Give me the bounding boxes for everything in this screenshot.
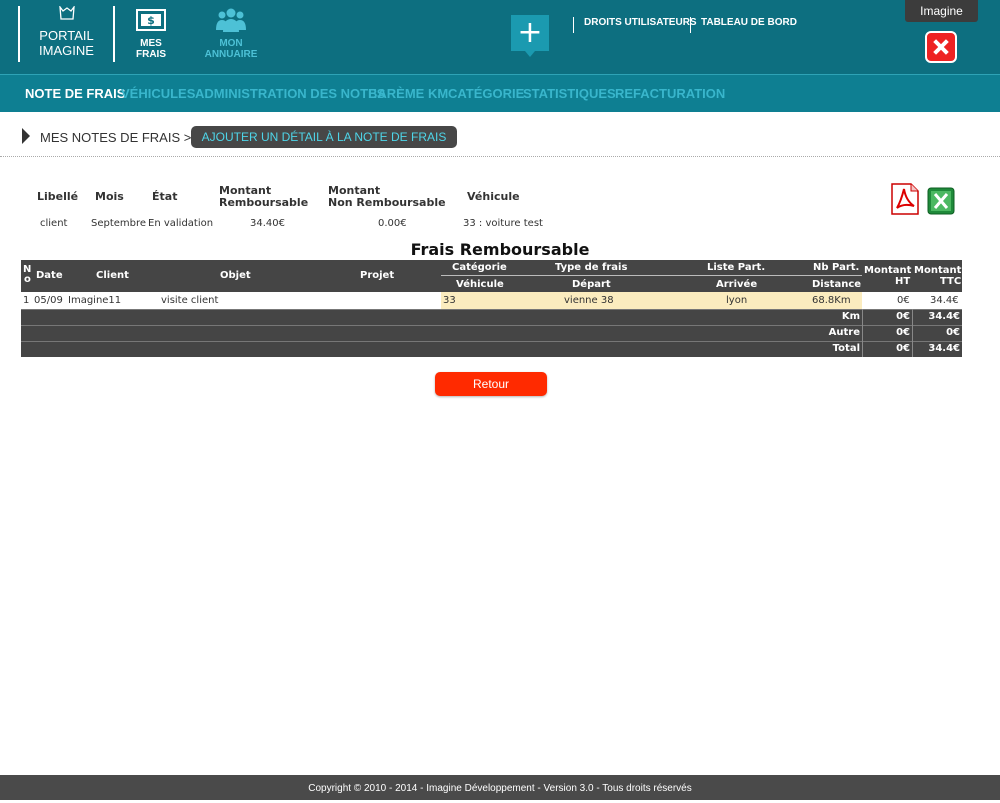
cell-ht: 0€ xyxy=(897,295,910,306)
summary-row-km: Km 0€ 34.4€ xyxy=(21,309,962,325)
th-client: Client xyxy=(96,270,129,281)
cell-depart: vienne 38 xyxy=(564,295,614,306)
summary-autre-label: Autre xyxy=(828,327,860,338)
th-montant-ht-2: HT xyxy=(895,276,911,287)
logo-icon xyxy=(58,6,75,20)
summary-row-total: Total 0€ 34.4€ xyxy=(21,341,962,357)
th-montant-ht-1: Montant xyxy=(864,265,912,276)
retour-button[interactable]: Retour xyxy=(435,372,547,396)
info-header-vehicule: Véhicule xyxy=(467,190,520,203)
svg-text:$: $ xyxy=(147,14,155,27)
pdf-export-icon[interactable] xyxy=(891,183,919,215)
nav-mon-annuaire-label: MON ANNUAIRE xyxy=(204,38,258,60)
subnav-bareme-km[interactable]: BARÈME KM xyxy=(368,86,448,101)
link-tableau-de-bord[interactable]: TABLEAU DE BORD xyxy=(690,17,797,33)
info-header-montant-remb: Montant Remboursable xyxy=(219,185,308,209)
close-icon[interactable] xyxy=(925,31,957,63)
th-type-frais: Type de frais xyxy=(555,262,628,273)
info-montant-non-remb: 0.00€ xyxy=(378,218,407,229)
th-categorie: Catégorie xyxy=(452,262,507,273)
summary-divider-1 xyxy=(862,309,863,357)
info-header-montant-non-remb-2: Non Remboursable xyxy=(328,196,446,209)
th-date: Date xyxy=(36,270,63,281)
th-depart: Départ xyxy=(572,279,611,290)
table-title: Frais Remboursable xyxy=(410,240,590,259)
summary-km-ht: 0€ xyxy=(896,311,910,322)
info-etat: En validation xyxy=(148,218,214,229)
add-detail-button[interactable]: AJOUTER UN DÉTAIL À LA NOTE DE FRAIS xyxy=(191,126,457,148)
excel-export-icon[interactable] xyxy=(927,187,955,215)
logo-line2: IMAGINE xyxy=(39,43,94,58)
header-divider xyxy=(441,275,862,276)
subnav-vehicules[interactable]: VÉHICULES xyxy=(121,86,195,101)
summary-autre-ttc: 0€ xyxy=(946,327,960,338)
summary-divider-2 xyxy=(912,309,913,357)
nav-mes-frais-label: MES FRAIS xyxy=(136,38,166,60)
link-droits-utilisateurs[interactable]: DROITS UTILISATEURS xyxy=(573,17,697,33)
cell-ttc: 34.4€ xyxy=(930,295,959,306)
logo-line1: PORTAIL xyxy=(39,28,94,43)
info-vehicule: 33 : voiture test xyxy=(463,218,543,229)
divider xyxy=(0,156,1000,157)
th-no-bottom: o xyxy=(24,274,31,285)
summary-total-ttc: 34.4€ xyxy=(928,343,960,354)
nav-mon-annuaire[interactable]: MON ANNUAIRE xyxy=(197,8,265,60)
summary-km-ttc: 34.4€ xyxy=(928,311,960,322)
th-arrivee: Arrivée xyxy=(716,279,758,290)
info-mois: Septembre xyxy=(91,218,147,229)
cell-client: Imagine11 xyxy=(68,295,122,306)
cell-arrivee: lyon xyxy=(726,295,748,306)
money-icon: $ xyxy=(136,9,166,31)
add-button[interactable]: + xyxy=(511,15,549,57)
th-projet: Projet xyxy=(360,270,395,281)
th-montant-ttc-1: Montant xyxy=(914,265,962,276)
info-header-mois: Mois xyxy=(95,190,124,203)
portal-logo[interactable]: PORTAIL IMAGINE xyxy=(18,6,115,62)
info-header-montant-non-remb: Montant Non Remboursable xyxy=(328,185,446,209)
subnav-categorie[interactable]: CATÉGORIE xyxy=(448,86,524,101)
info-libelle: client xyxy=(40,218,68,229)
users-icon xyxy=(216,8,246,32)
cell-objet: visite client xyxy=(161,295,219,306)
subnav-note-de-frais[interactable]: NOTE DE FRAIS xyxy=(25,86,125,101)
breadcrumb-arrow-icon xyxy=(22,128,30,144)
summary-row-autre: Autre 0€ 0€ xyxy=(21,325,962,341)
subnav-refacturation[interactable]: REFACTURATION xyxy=(615,86,725,101)
th-liste-part: Liste Part. xyxy=(707,262,766,273)
th-objet: Objet xyxy=(220,270,251,281)
nav-mes-frais[interactable]: $ MES FRAIS xyxy=(125,8,177,60)
th-montant-ttc-2: TTC xyxy=(940,276,962,287)
footer-copyright: Copyright © 2010 - 2014 - Imagine Dévelo… xyxy=(0,775,1000,800)
info-header-etat: État xyxy=(152,190,178,203)
subnav-statistiques[interactable]: STATISTIQUES xyxy=(523,86,616,101)
subnav-administration-des-notes[interactable]: ADMINISTRATION DES NOTES xyxy=(195,86,385,101)
summary-total-ht: 0€ xyxy=(896,343,910,354)
th-nb-part: Nb Part. xyxy=(813,262,860,273)
summary-total-label: Total xyxy=(832,343,860,354)
th-vehicule: Véhicule xyxy=(456,279,504,290)
summary-autre-ht: 0€ xyxy=(896,327,910,338)
cell-vehicule: 33 xyxy=(443,295,456,306)
table-row-highlight xyxy=(441,292,862,309)
breadcrumb-mes-notes[interactable]: MES NOTES DE FRAIS > xyxy=(40,130,191,145)
info-header-montant-remb-2: Remboursable xyxy=(219,196,309,209)
th-distance: Distance xyxy=(812,279,862,290)
user-name-tab[interactable]: Imagine xyxy=(905,0,978,22)
cell-distance: 68.8Km xyxy=(812,295,851,306)
info-montant-remb: 34.40€ xyxy=(250,218,285,229)
cell-no: 1 xyxy=(23,295,30,306)
info-header-libelle: Libellé xyxy=(37,190,79,203)
summary-km-label: Km xyxy=(841,311,860,322)
cell-date: 05/09 xyxy=(34,295,63,306)
top-bar: PORTAIL IMAGINE $ MES FRAIS MON ANNUAIRE… xyxy=(0,0,1000,74)
